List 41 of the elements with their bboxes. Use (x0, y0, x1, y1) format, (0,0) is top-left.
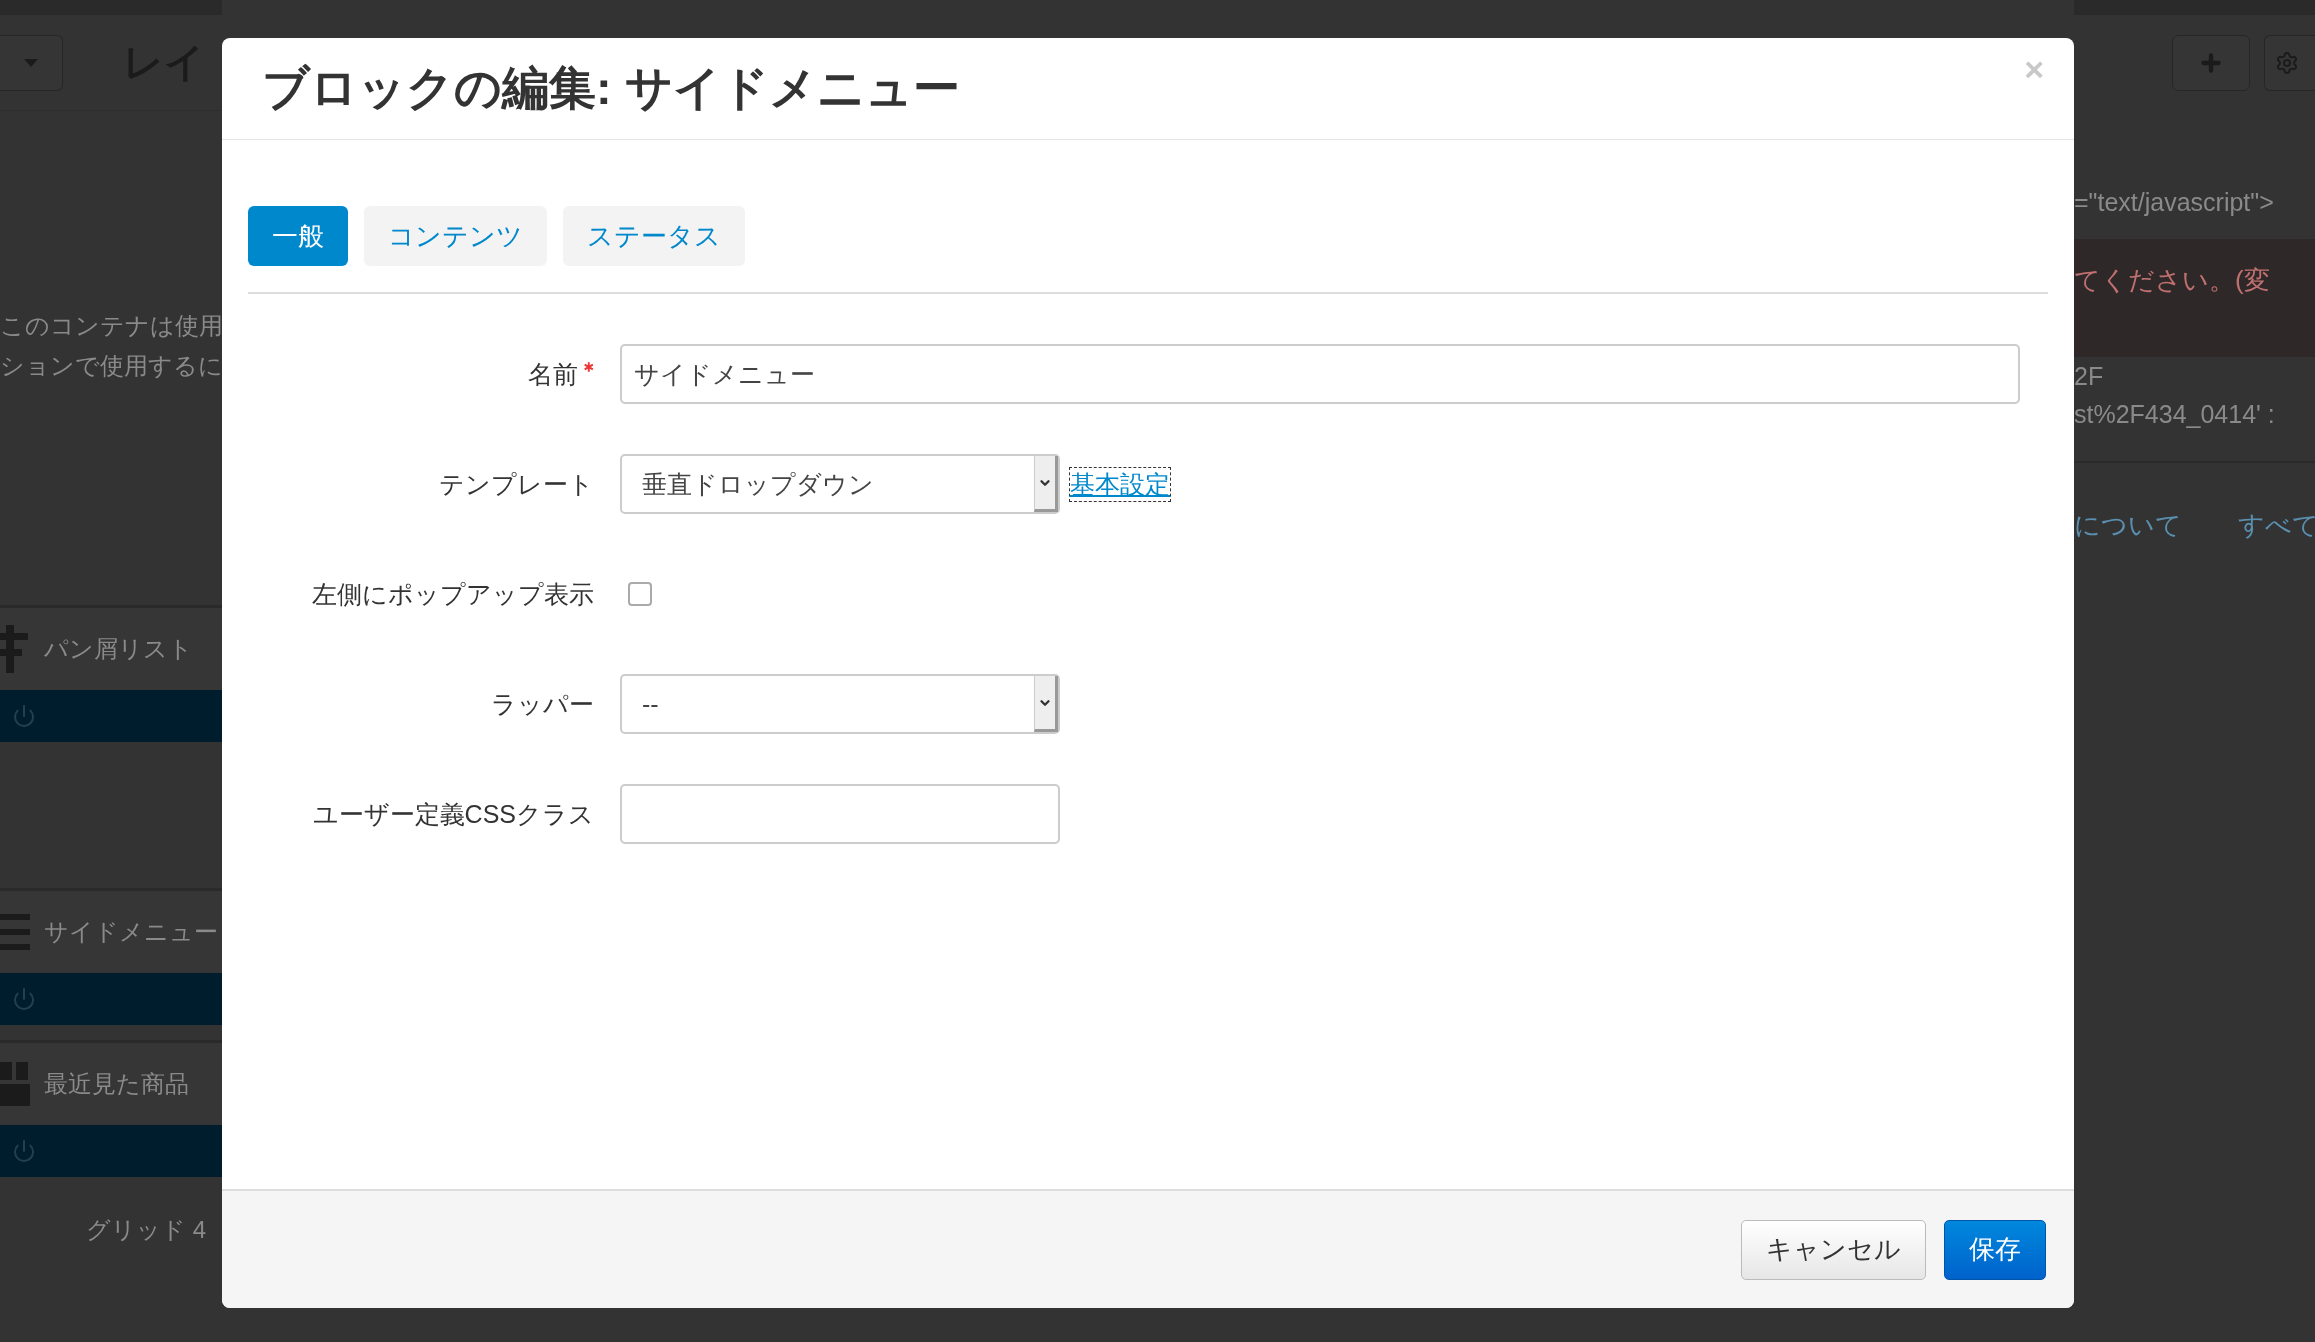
code-text: st%2F434_0414' : (2074, 399, 2276, 430)
notice-text: このコンテナは使用 (0, 311, 222, 341)
field-label: 左側にポップアップ表示 (311, 578, 594, 610)
dropdown[interactable]: -- (620, 674, 1060, 734)
dropdown[interactable]: 垂直ドロップダウン (620, 454, 1060, 514)
cancel-button[interactable]: キャンセル (1741, 1219, 1926, 1280)
text-field[interactable]: サイドメニュー (620, 344, 2020, 404)
field-label: 名前 (527, 358, 579, 390)
power-icon[interactable] (12, 1139, 36, 1163)
notice-text: ションで使用するに (0, 351, 222, 381)
code-text: ="text/javascript"> (2074, 188, 2275, 217)
boxes-icon (0, 1062, 30, 1106)
page-link[interactable]: すべて (2238, 508, 2315, 543)
caret-icon (24, 58, 38, 67)
dialog-title: ブロックの編集: サイドメニュー (262, 60, 960, 116)
checkbox[interactable] (628, 582, 652, 606)
tab[interactable]: コンテンツ (364, 206, 547, 266)
power-icon[interactable] (12, 987, 36, 1011)
block-title: サイドメニュー (44, 917, 218, 947)
page-link[interactable]: について (2074, 508, 2182, 543)
alert-text: てください。(変 (2074, 264, 2270, 297)
asterisk-icon (584, 361, 594, 372)
field-label: テンプレート (438, 468, 594, 500)
gear-icon (2275, 50, 2299, 75)
dropdown-button[interactable] (0, 34, 63, 91)
tab[interactable]: 一般 (248, 206, 348, 266)
block-title: 最近見た商品 (44, 1069, 189, 1099)
settings-button[interactable] (2264, 34, 2315, 91)
block-title: パン屑リスト (44, 634, 193, 664)
list-icon (0, 912, 30, 952)
field-label: ユーザー定義CSSクラス (311, 798, 594, 830)
grid-label: グリッド 4 (86, 1215, 207, 1245)
field-label: ラッパー (490, 688, 594, 720)
power-icon[interactable] (12, 704, 36, 728)
code-text: 2F (2074, 361, 2105, 392)
tab[interactable]: ステータス (563, 206, 745, 266)
add-button[interactable] (2172, 34, 2250, 91)
settings-link[interactable]: 基本設定 (1070, 467, 1170, 501)
text-field[interactable] (620, 784, 1060, 844)
save-button[interactable]: 保存 (1944, 1219, 2046, 1280)
signpost-icon (0, 625, 30, 673)
